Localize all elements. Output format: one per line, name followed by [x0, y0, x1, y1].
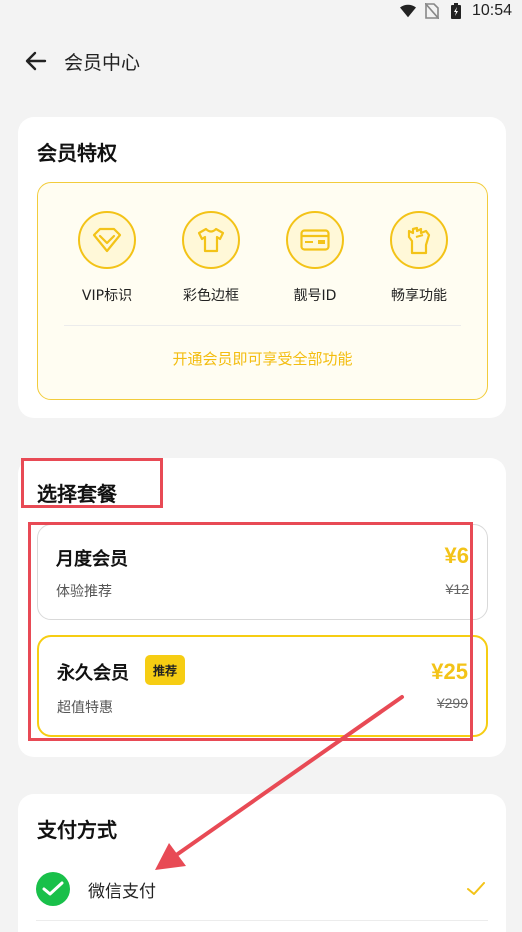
annotation-box-plans — [28, 522, 473, 741]
payment-title: 支付方式 — [37, 818, 117, 842]
privilege-label: 畅享功能 — [391, 288, 447, 304]
shirt-icon — [182, 211, 240, 269]
annotation-box-title — [21, 458, 163, 508]
payment-option-wechat[interactable]: 微信支付 — [36, 860, 488, 918]
arrow-left-icon — [25, 51, 47, 71]
privileges-note: 开通会员即可享受全部功能 — [172, 350, 353, 368]
page-title: 会员中心 — [64, 51, 141, 74]
back-button[interactable] — [14, 40, 58, 82]
payment-label: 微信支付 — [88, 881, 156, 902]
wifi-icon — [399, 3, 416, 19]
wechat-pay-icon — [36, 872, 70, 906]
privilege-pretty-id: 靓号ID — [263, 211, 367, 305]
privilege-vip-badge: VIP标识 — [55, 211, 159, 305]
battery-icon — [448, 3, 464, 19]
clock: 10:54 — [471, 2, 512, 19]
app-header: 会员中心 — [0, 40, 522, 82]
privilege-label: 靓号ID — [293, 288, 337, 304]
privilege-color-border: 彩色边框 — [159, 211, 263, 305]
privilege-enjoy-features: 畅享功能 — [367, 211, 471, 305]
privilege-label: 彩色边框 — [183, 288, 239, 304]
divider — [64, 325, 461, 326]
hand-icon — [390, 211, 448, 269]
id-card-icon — [286, 211, 344, 269]
privileges-title: 会员特权 — [37, 141, 117, 165]
check-icon — [466, 879, 486, 899]
privileges-card: 会员特权 VIP标识 彩色边框 靓号ID 畅享功能 开通会员即可享受全部功能 — [18, 117, 506, 418]
status-bar: 10:54 — [0, 0, 522, 22]
payment-card: 支付方式 微信支付 — [18, 794, 506, 932]
divider — [36, 920, 488, 921]
diamond-icon — [78, 211, 136, 269]
privilege-label: VIP标识 — [81, 288, 133, 304]
no-sim-icon — [424, 3, 440, 19]
privileges-box: VIP标识 彩色边框 靓号ID 畅享功能 开通会员即可享受全部功能 — [37, 182, 488, 400]
